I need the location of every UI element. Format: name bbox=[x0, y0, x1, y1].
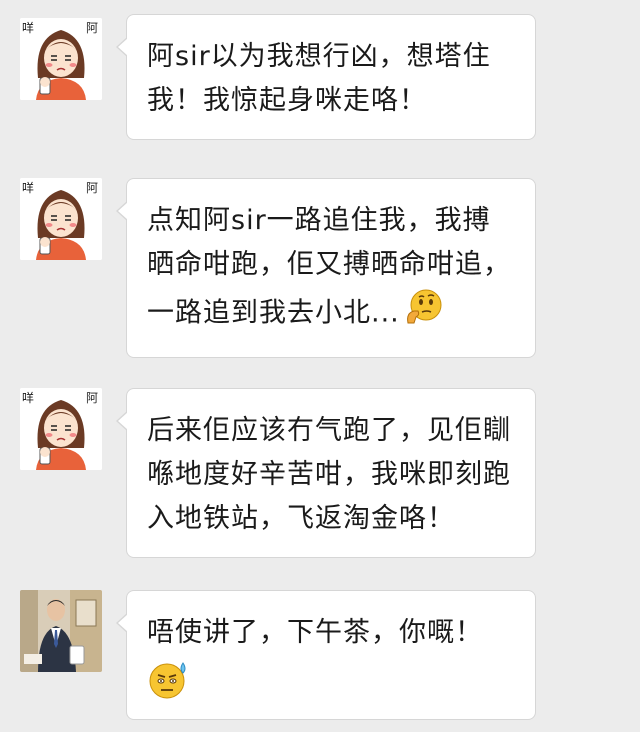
message-bubble[interactable]: 后来佢应该冇气跑了，见佢瞓喺地度好辛苦咁，我咪即刻跑入地铁站，飞返淘金咯！ bbox=[116, 388, 536, 558]
message-text: 点知阿sir一路追住我，我搏晒命咁跑，佢又搏晒命咁追，一路追到我去小北... bbox=[147, 199, 515, 341]
message-text: 唔使讲了，下午茶，你嘅！ bbox=[147, 617, 483, 648]
sweat-face-emoji-icon bbox=[147, 657, 515, 703]
message-bubble[interactable]: 唔使讲了，下午茶，你嘅！ bbox=[116, 590, 536, 720]
cartoon-girl-avatar-icon[interactable]: 咩 阿 bbox=[20, 178, 102, 260]
cartoon-girl-avatar-icon[interactable]: 咩 阿 bbox=[20, 18, 102, 100]
cartoon-girl-avatar-icon[interactable]: 咩 阿 bbox=[20, 388, 102, 470]
message-text: 后来佢应该冇气跑了，见佢瞓喺地度好辛苦咁，我咪即刻跑入地铁站，飞返淘金咯！ bbox=[147, 415, 511, 534]
svg-text:阿: 阿 bbox=[86, 391, 98, 405]
message-bubble[interactable]: 点知阿sir一路追住我，我搏晒命咁跑，佢又搏晒命咁追，一路追到我去小北... bbox=[116, 178, 536, 358]
svg-text:阿: 阿 bbox=[86, 21, 98, 35]
svg-text:咩: 咩 bbox=[22, 180, 34, 195]
thinking-face-emoji-icon bbox=[404, 287, 444, 341]
svg-text:咩: 咩 bbox=[22, 390, 34, 405]
svg-text:咩: 咩 bbox=[22, 20, 34, 35]
man-in-suit-avatar-icon[interactable] bbox=[20, 590, 102, 672]
chat-conversation: 咩 阿 阿sir以为我想行凶，想塔住我！我惊起身咪走咯！ 咩 阿 点知阿sir一… bbox=[0, 0, 640, 732]
message-text-content: 点知阿sir一路追住我，我搏晒命咁跑，佢又搏晒命咁追，一路追到我去小北... bbox=[147, 205, 511, 329]
svg-text:阿: 阿 bbox=[86, 181, 98, 195]
message-text: 阿sir以为我想行凶，想塔住我！我惊起身咪走咯！ bbox=[147, 41, 491, 116]
message-bubble[interactable]: 阿sir以为我想行凶，想塔住我！我惊起身咪走咯！ bbox=[116, 14, 536, 140]
